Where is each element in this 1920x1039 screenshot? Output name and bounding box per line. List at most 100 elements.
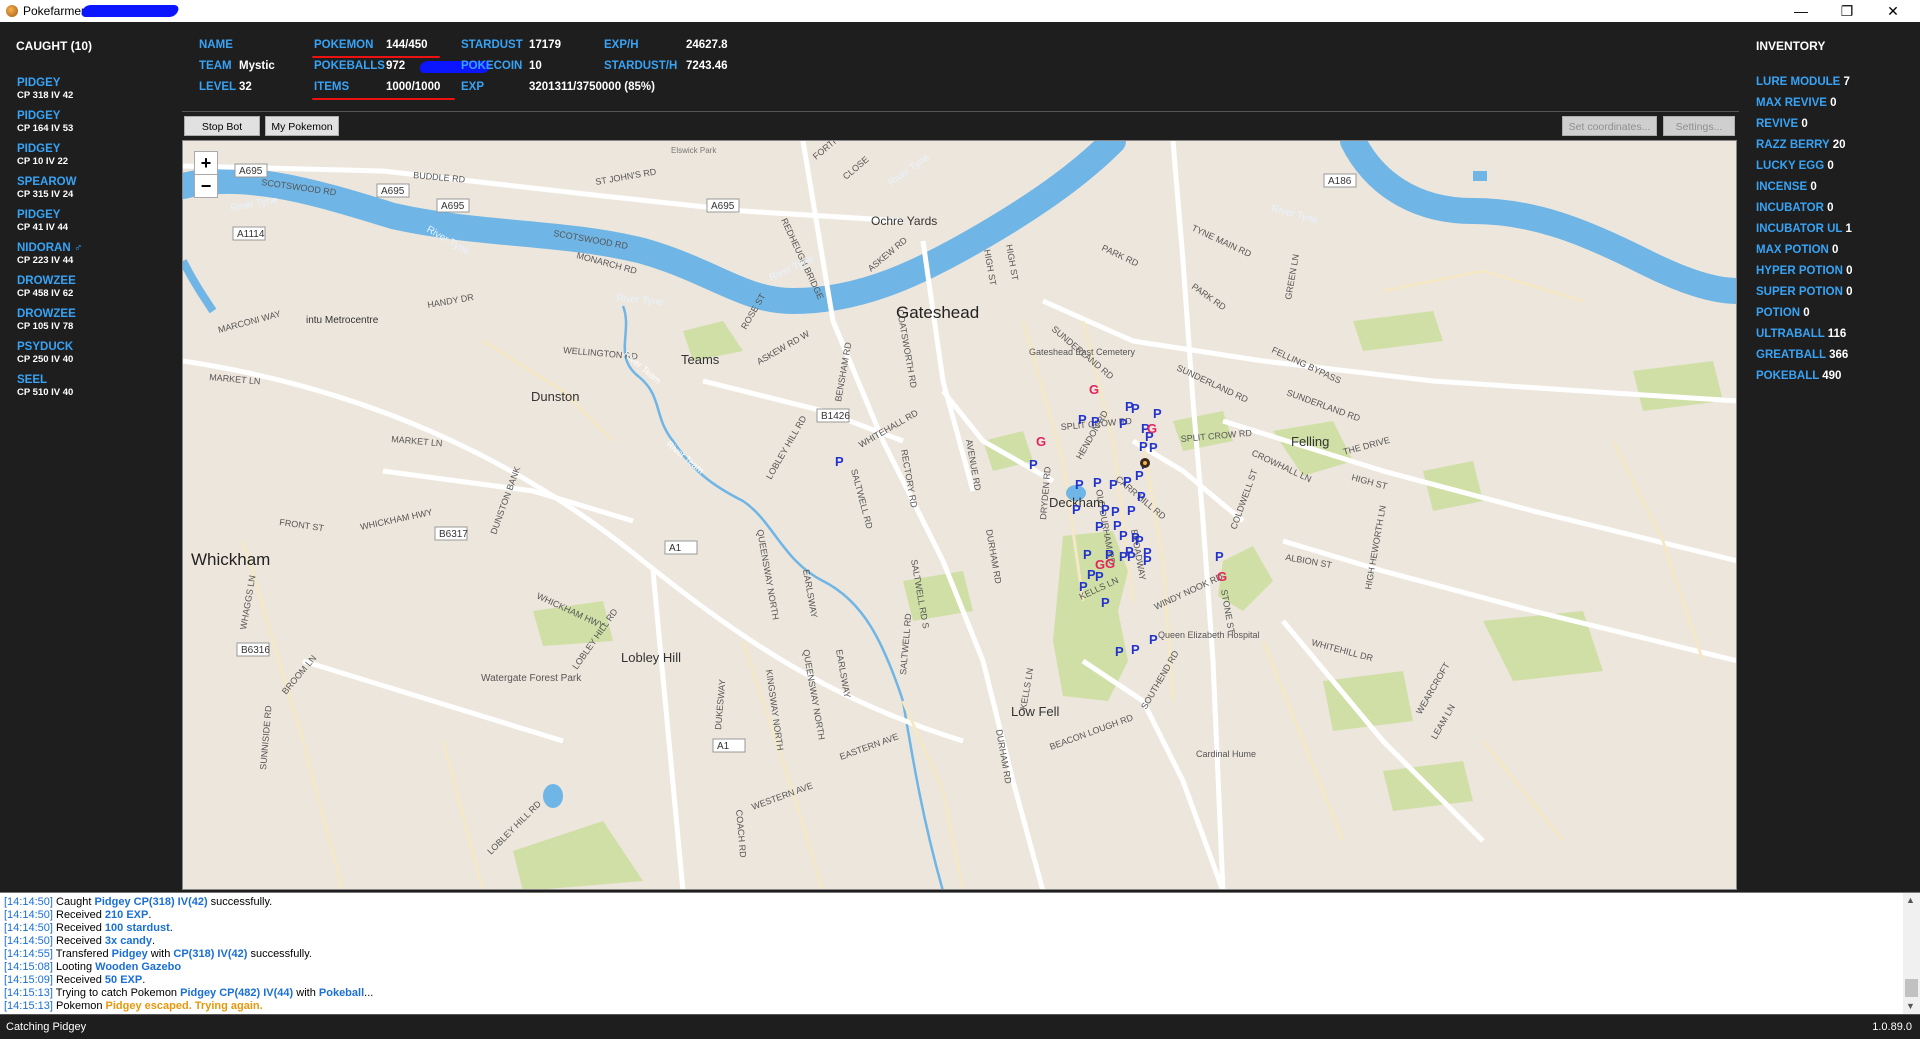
- map-canvas[interactable]: Elswick Park A695 A695 A695 A695 A1114 A186 B14…: [183, 141, 1737, 890]
- pokemon-marker[interactable]: P: [1091, 414, 1100, 429]
- inventory-item-name: LUCKY EGG: [1756, 160, 1825, 172]
- caught-item[interactable]: NIDORAN ♂ CP 223 IV 44: [17, 242, 83, 267]
- log-text: Transfered: [52, 948, 112, 960]
- gym-marker[interactable]: G: [1095, 557, 1105, 572]
- pokemon-marker[interactable]: P: [1095, 519, 1104, 534]
- river-tyne: [183, 141, 1126, 314]
- scroll-up-icon[interactable]: ▲: [1906, 895, 1915, 905]
- pokemon-marker[interactable]: P: [1131, 642, 1140, 657]
- caught-item[interactable]: DROWZEE CP 458 IV 62: [17, 275, 76, 300]
- log-line: [14:14:50] Received 3x candy.: [4, 935, 155, 947]
- inventory-item-name: LURE MODULE: [1756, 76, 1841, 88]
- close-button[interactable]: ✕: [1870, 0, 1916, 22]
- gym-marker[interactable]: G: [1217, 569, 1227, 584]
- log-line: [14:14:50] Caught Pidgey CP(318) IV(42) …: [4, 896, 272, 908]
- restore-button[interactable]: ❐: [1824, 0, 1870, 22]
- log-text: with: [147, 948, 174, 960]
- log-text: .: [169, 922, 173, 934]
- caught-item[interactable]: SPEAROW CP 315 IV 24: [17, 176, 76, 201]
- pokemon-marker[interactable]: P: [1083, 547, 1092, 562]
- caught-item[interactable]: PIDGEY CP 318 IV 42: [17, 77, 73, 102]
- pokemon-marker[interactable]: P: [1143, 553, 1152, 568]
- log-line: [14:15:13] Trying to catch Pokemon Pidge…: [4, 987, 373, 999]
- pokemon-marker[interactable]: P: [1109, 477, 1118, 492]
- pokemon-marker[interactable]: P: [1079, 579, 1088, 594]
- pokemon-marker[interactable]: P: [1101, 595, 1110, 610]
- pokemon-marker[interactable]: P: [1029, 457, 1038, 472]
- my-pokemon-button[interactable]: My Pokemon: [265, 116, 339, 136]
- scroll-down-icon[interactable]: ▼: [1906, 1001, 1915, 1011]
- pokemon-marker[interactable]: P: [1127, 549, 1136, 564]
- pokemon-marker[interactable]: P: [1153, 406, 1162, 421]
- pokemon-marker[interactable]: P: [1115, 644, 1124, 659]
- zoom-out-button[interactable]: −: [194, 174, 218, 198]
- pokemon-marker[interactable]: P: [1119, 416, 1128, 431]
- map-label: BENSHAM RD: [833, 341, 853, 402]
- inventory-item: GREATBALL 366: [1756, 349, 1848, 361]
- caught-item[interactable]: SEEL CP 510 IV 40: [17, 374, 73, 399]
- log-scrollbar[interactable]: ▲ ▼: [1903, 893, 1920, 1015]
- gym-marker[interactable]: G: [1089, 382, 1099, 397]
- inventory-item-count: 0: [1846, 286, 1853, 298]
- caught-pokemon-stats: CP 315 IV 24: [17, 189, 74, 200]
- caught-pokemon-stats: CP 250 IV 40: [17, 354, 74, 365]
- redacted-username: [79, 5, 181, 17]
- map-label: A186: [1328, 176, 1352, 187]
- settings-button[interactable]: Settings...: [1663, 116, 1735, 136]
- pokemon-marker[interactable]: P: [1119, 528, 1128, 543]
- map-label: Gateshead East Cemetery: [1029, 347, 1136, 357]
- pokemon-marker[interactable]: P: [1093, 475, 1102, 490]
- inventory-item-name: INCENSE: [1756, 181, 1808, 193]
- caught-item[interactable]: PIDGEY CP 41 IV 44: [17, 209, 68, 234]
- caught-item[interactable]: PIDGEY CP 164 IV 53: [17, 110, 73, 135]
- gym-marker[interactable]: G: [1105, 556, 1115, 571]
- zoom-in-button[interactable]: +: [194, 151, 218, 175]
- set-coordinates-button[interactable]: Set coordinates...: [1562, 116, 1657, 136]
- pokemon-marker[interactable]: P: [1127, 503, 1136, 518]
- inventory-item: REVIVE 0: [1756, 118, 1808, 130]
- pokemon-marker[interactable]: P: [1149, 440, 1158, 455]
- inventory-item-name: MAX POTION: [1756, 244, 1829, 256]
- log-text: 100 stardust: [104, 922, 170, 934]
- inventory-item: MAX POTION 0: [1756, 244, 1838, 256]
- map-label: HIGH ST: [982, 249, 998, 287]
- pokemon-marker[interactable]: P: [1149, 632, 1158, 647]
- caught-item[interactable]: PSYDUCK CP 250 IV 40: [17, 341, 73, 366]
- caught-item[interactable]: PIDGEY CP 10 IV 22: [17, 143, 68, 168]
- map-label: DUNSTON BANK: [488, 465, 522, 535]
- log-timestamp: [14:15:13]: [4, 1000, 53, 1012]
- river-tyne-east: [1340, 141, 1736, 304]
- inventory-item-count: 490: [1822, 370, 1842, 382]
- pokemon-marker[interactable]: P: [1137, 489, 1146, 504]
- scroll-thumb[interactable]: [1905, 979, 1918, 997]
- pokemon-marker[interactable]: P: [1111, 504, 1120, 519]
- log-panel[interactable]: [14:14:50] Caught Pidgey CP(318) IV(42) …: [0, 892, 1920, 1015]
- pokemon-marker[interactable]: P: [1078, 412, 1087, 427]
- inventory-item-name: HYPER POTION: [1756, 265, 1843, 277]
- gym-marker[interactable]: G: [1147, 421, 1157, 436]
- pokemon-marker[interactable]: P: [1101, 502, 1110, 517]
- pokemon-marker[interactable]: P: [1215, 549, 1224, 564]
- pokemon-marker[interactable]: P: [1131, 401, 1140, 416]
- caught-pokemon-name: PIDGEY: [17, 143, 61, 155]
- map-label: HANDY DR: [427, 292, 475, 310]
- log-timestamp: [14:14:55]: [4, 948, 53, 960]
- log-text: Looting: [52, 961, 96, 973]
- inventory-item-count: 7: [1843, 76, 1850, 88]
- pokemon-marker[interactable]: P: [835, 454, 844, 469]
- inventory-item: INCUBATOR UL 1: [1756, 223, 1852, 235]
- log-text: .: [142, 974, 146, 986]
- stop-bot-button[interactable]: Stop Bot: [184, 116, 260, 136]
- caught-item[interactable]: DROWZEE CP 105 IV 78: [17, 308, 76, 333]
- caught-pokemon-name: PSYDUCK: [17, 341, 74, 353]
- pokemon-marker[interactable]: P: [1135, 468, 1144, 483]
- caught-pokemon-name: PIDGEY: [17, 110, 61, 122]
- pokemon-marker[interactable]: P: [1075, 477, 1084, 492]
- pokemon-marker[interactable]: P: [1072, 502, 1081, 517]
- river-team: [621, 305, 944, 889]
- pokemon-marker[interactable]: P: [1123, 474, 1132, 489]
- map-view[interactable]: Elswick Park A695 A695 A695 A695 A1114 A186 B14…: [182, 140, 1737, 890]
- pokemon-marker[interactable]: P: [1139, 439, 1148, 454]
- gym-marker[interactable]: G: [1036, 434, 1046, 449]
- minimize-button[interactable]: —: [1778, 0, 1824, 22]
